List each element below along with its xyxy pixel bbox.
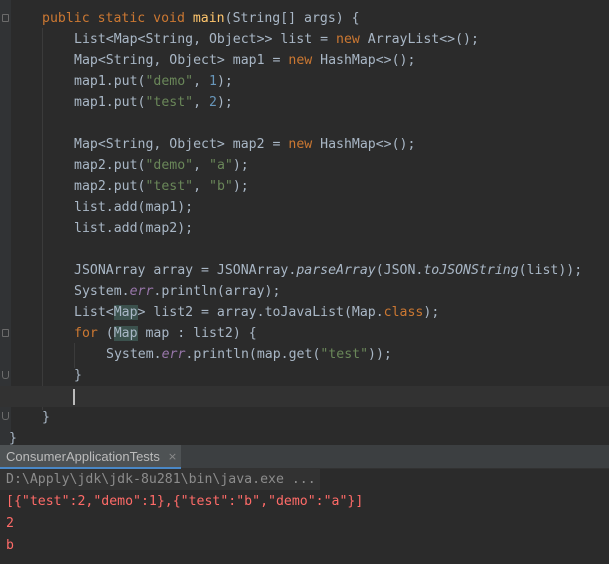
console-output-line: 2 (6, 516, 14, 531)
code-line-3: Map<String, Object> map1 = new HashMap<>… (74, 53, 416, 68)
run-tab-bar: ConsumerApplicationTests × (0, 445, 609, 469)
run-tab[interactable]: ConsumerApplicationTests × (0, 445, 182, 469)
code-line-13: JSONArray array = JSONArray.parseArray(J… (74, 263, 583, 278)
code-line-14: System.err.println(array); (74, 284, 281, 299)
code-line-4: map1.put("demo", 1); (74, 74, 233, 89)
code-editor[interactable]: public static void main(String[] args) {… (0, 0, 609, 445)
close-icon[interactable]: × (168, 450, 177, 463)
code-line-5: map1.put("test", 2); (74, 95, 233, 110)
code-line-17: System.err.println(map.get("test")); (106, 347, 392, 362)
code-line-2: List<Map<String, Object>> list = new Arr… (74, 32, 479, 47)
code-line-11: list.add(map2); (74, 221, 194, 236)
code-line-10: list.add(map1); (74, 200, 194, 215)
code-line-18: } (74, 368, 82, 383)
code-line-7: Map<String, Object> map2 = new HashMap<>… (74, 137, 416, 152)
text-caret (73, 389, 75, 405)
run-tool-window: ConsumerApplicationTests × D:\Apply\jdk\… (0, 445, 609, 564)
code-line-15: List<Map> list2 = array.toJavaList(Map.c… (74, 305, 440, 320)
run-tab-label: ConsumerApplicationTests (6, 448, 160, 464)
console-command-line[interactable]: D:\Apply\jdk\jdk-8u281\bin\java.exe ... (0, 469, 320, 490)
code-line-9: map2.put("test", "b"); (74, 179, 249, 194)
code-line-16: for (Map map : list2) { (74, 326, 257, 341)
code-line-1: public static void main(String[] args) { (42, 11, 360, 26)
console-output-line: b (6, 538, 14, 553)
console-output-line: [{"test":2,"demo":1},{"test":"b","demo":… (6, 494, 364, 509)
code-line-8: map2.put("demo", "a"); (74, 158, 249, 173)
code-line-current[interactable] (0, 386, 609, 407)
code-line-21: } (9, 431, 17, 445)
code-line-20: } (42, 410, 50, 425)
